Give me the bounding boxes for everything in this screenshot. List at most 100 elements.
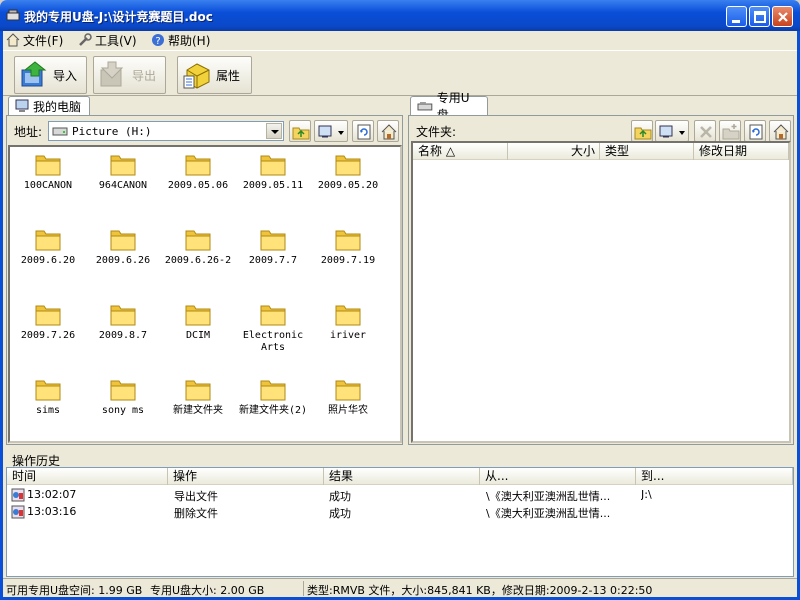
folder-icon <box>110 155 136 176</box>
folder-item[interactable]: 新建文件夹(2) <box>235 376 311 417</box>
refresh-button[interactable] <box>352 120 374 142</box>
folder-item[interactable]: 新建文件夹 <box>160 376 236 417</box>
folder-item[interactable]: 2009.7.7 <box>235 226 311 267</box>
export-icon <box>100 61 124 87</box>
delete-button[interactable] <box>694 120 716 142</box>
col-modified[interactable]: 修改日期 <box>694 143 789 160</box>
menu-file-label: 文件(F) <box>23 33 64 48</box>
export-label: 导出 <box>132 68 157 83</box>
status-separator <box>303 581 304 596</box>
folder-icon <box>185 155 211 176</box>
import-button[interactable]: 导入 <box>14 56 87 94</box>
folder-label: 2009.8.7 <box>98 330 148 341</box>
col-time[interactable]: 时间 <box>7 468 168 485</box>
view-menu-button[interactable] <box>314 120 348 142</box>
col-to[interactable]: 到... <box>636 468 793 485</box>
tab-usb-drive[interactable]: 专用U盘 <box>410 91 488 122</box>
home-icon <box>773 124 789 140</box>
import-label: 导入 <box>53 68 78 83</box>
properties-button[interactable]: 属性 <box>177 56 252 94</box>
refresh-icon <box>749 124 763 140</box>
tab-my-computer-label: 我的电脑 <box>33 99 82 114</box>
view-menu-button[interactable] <box>655 120 689 142</box>
folder-item[interactable]: 2009.6.26 <box>85 226 161 267</box>
folder-item[interactable]: 964CANON <box>85 151 161 192</box>
menu-tools[interactable]: 工具(V) <box>78 32 137 48</box>
folder-label: 文件夹: <box>416 124 457 139</box>
tab-my-computer[interactable]: 我的电脑 <box>8 96 90 115</box>
col-result[interactable]: 结果 <box>324 468 480 485</box>
up-folder-button[interactable] <box>289 120 311 142</box>
folder-label: 照片华农 <box>328 405 368 416</box>
folder-icon <box>260 380 286 401</box>
svg-text:?: ? <box>155 36 160 47</box>
home-button[interactable] <box>377 120 399 142</box>
folder-item[interactable]: 2009.6.26-2 <box>160 226 236 267</box>
import-icon <box>21 61 47 87</box>
folder-item[interactable]: 2009.05.20 <box>310 151 386 192</box>
folder-label: 2009.7.26 <box>20 330 76 341</box>
col-from[interactable]: 从... <box>480 468 636 485</box>
folder-label: 2009.7.19 <box>320 255 376 266</box>
minimize-button[interactable] <box>726 6 747 27</box>
folder-label: 2009.7.7 <box>248 255 298 266</box>
folder-item[interactable]: iriver <box>310 301 386 342</box>
folder-item[interactable]: sims <box>10 376 86 417</box>
folder-item[interactable]: 100CANON <box>10 151 86 192</box>
history-action: 删除文件 <box>174 507 218 520</box>
col-name[interactable]: 名称 △ <box>413 143 508 160</box>
up-folder-button[interactable] <box>631 120 653 142</box>
help-icon: ? <box>152 34 164 47</box>
new-folder-button[interactable] <box>719 120 741 142</box>
history-time: 13:02:07 <box>27 488 77 501</box>
menu-file[interactable]: 文件(F) <box>6 32 63 48</box>
chevron-down-icon[interactable] <box>266 123 282 139</box>
address-row: 地址: <box>14 119 42 143</box>
folder-item[interactable]: 2009.7.19 <box>310 226 386 267</box>
col-action[interactable]: 操作 <box>168 468 324 485</box>
folder-item[interactable]: 2009.8.7 <box>85 301 161 342</box>
close-icon <box>778 12 788 22</box>
history-row[interactable]: 13:03:16 删除文件 成功 \《澳大利亚澳洲乱世情... <box>7 504 793 521</box>
folder-item[interactable]: DCIM <box>160 301 236 342</box>
address-dropdown[interactable]: Picture (H:) <box>48 121 284 141</box>
folder-label: 新建文件夹 <box>173 405 223 416</box>
folder-label: 2009.05.06 <box>167 180 229 191</box>
refresh-button[interactable] <box>744 120 766 142</box>
folder-icon <box>110 380 136 401</box>
menu-help-label: 帮助(H) <box>168 33 211 48</box>
folder-item[interactable]: Electronic Arts <box>235 301 311 354</box>
folder-item[interactable]: sony ms <box>85 376 161 417</box>
folder-icon <box>260 305 286 326</box>
history-from: \《澳大利亚澳洲乱世情... <box>486 507 611 520</box>
close-button[interactable] <box>772 6 793 27</box>
status-total-size: 专用U盘大小: 2.00 GB <box>150 584 265 597</box>
folder-item[interactable]: 2009.7.26 <box>10 301 86 342</box>
folder-icon <box>260 155 286 176</box>
minimize-icon <box>732 20 740 23</box>
file-list-header: 名称 △ 大小 类型 修改日期 <box>413 143 789 160</box>
folder-icon <box>185 230 211 251</box>
usb-drive-icon <box>6 9 20 21</box>
col-type[interactable]: 类型 <box>600 143 694 160</box>
computer-icon <box>15 99 29 112</box>
folder-label: Electronic Arts <box>242 330 304 353</box>
folder-item[interactable]: 2009.6.20 <box>10 226 86 267</box>
folder-label: 2009.6.26-2 <box>164 255 232 266</box>
view-icon <box>318 125 344 138</box>
folder-icon <box>35 380 61 401</box>
folder-item[interactable]: 2009.05.11 <box>235 151 311 192</box>
history-row[interactable]: 13:02:07 导出文件 成功 \《澳大利亚澳洲乱世情... J:\ <box>7 487 793 504</box>
folder-label: iriver <box>329 330 367 341</box>
folder-icon <box>110 230 136 251</box>
folder-item[interactable]: 2009.05.06 <box>160 151 236 192</box>
export-button[interactable]: 导出 <box>93 56 166 94</box>
folder-item[interactable]: 照片华农 <box>310 376 386 417</box>
maximize-button[interactable] <box>749 6 770 27</box>
history-entry-icon <box>11 505 25 519</box>
menu-help[interactable]: ? 帮助(H) <box>151 32 210 48</box>
col-size[interactable]: 大小 <box>508 143 600 160</box>
usb-drive-icon <box>417 102 433 111</box>
home-button[interactable] <box>769 120 791 142</box>
history-time: 13:03:16 <box>27 505 77 518</box>
